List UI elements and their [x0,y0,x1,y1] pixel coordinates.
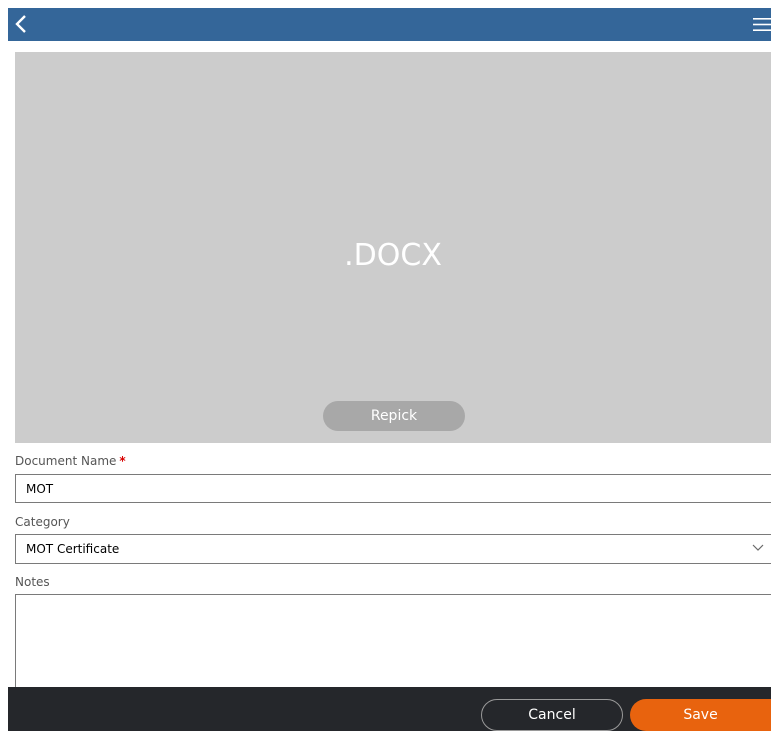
category-label: Category [15,515,70,529]
chevron-left-icon [15,15,26,33]
action-bar: Cancel Save [8,687,771,731]
document-name-label-text: Document Name [15,454,117,468]
category-select[interactable]: MOT Certificate [15,534,771,564]
notes-input[interactable] [16,595,771,693]
repick-button[interactable]: Repick [323,401,465,431]
chevron-down-icon [752,544,764,551]
hamburger-menu-icon [753,18,771,31]
save-button[interactable]: Save [630,699,771,731]
category-selected-value: MOT Certificate [26,542,120,556]
menu-button[interactable] [741,8,771,41]
document-name-input[interactable] [16,475,771,502]
cancel-button[interactable]: Cancel [481,699,623,731]
file-preview: .DOCX Repick [15,52,771,443]
notes-label: Notes [15,575,50,589]
app-header [8,8,771,41]
back-button[interactable] [8,8,42,41]
notes-field-box [15,594,771,694]
document-name-field-box [15,474,771,503]
file-extension-label: .DOCX [344,238,442,273]
document-edit-page: .DOCX Repick Document Name* Category MOT… [0,0,771,731]
required-mark: * [119,454,126,468]
document-name-label: Document Name * [15,453,126,469]
